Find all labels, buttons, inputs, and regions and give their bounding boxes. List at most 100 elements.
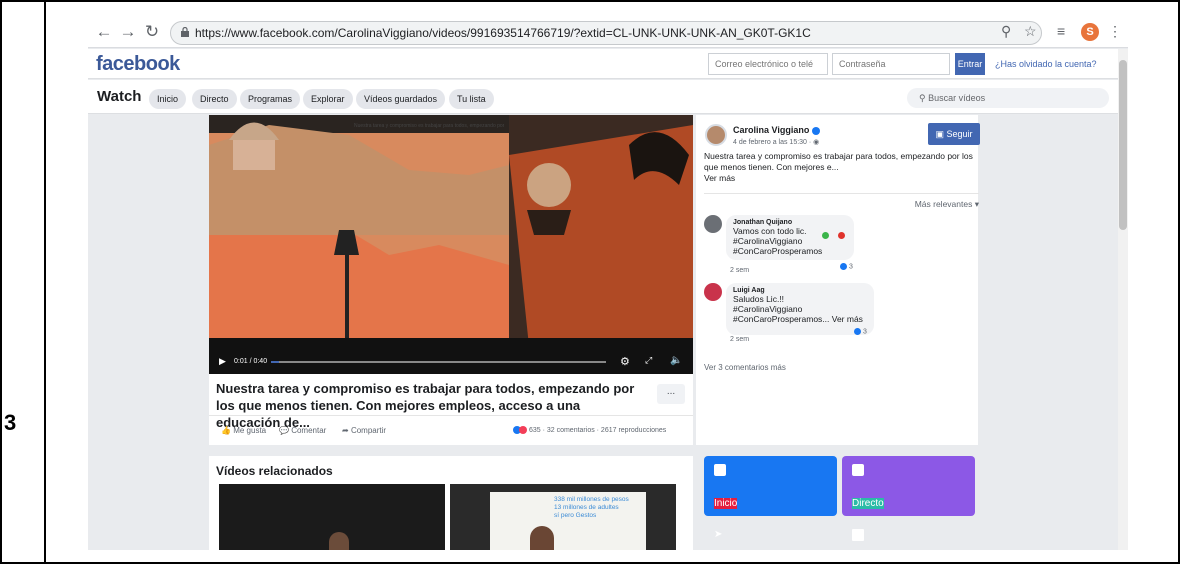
post-time: 4 de febrero a las 15:30 · ◉	[733, 138, 819, 146]
person-silhouette	[530, 526, 554, 550]
follow-button[interactable]: ▣ Seguir	[928, 123, 980, 145]
bookmark-star-icon[interactable]: ☆	[1024, 23, 1037, 40]
related-videos: Vídeos relacionados 338 mil millones de …	[209, 456, 693, 550]
tab-programas[interactable]: Programas	[240, 89, 301, 109]
sort-label: Más relevantes	[914, 199, 973, 209]
url-text: https://www.facebook.com/CarolinaViggian…	[195, 26, 811, 40]
fullscreen-icon[interactable]: ⤢	[645, 355, 652, 366]
comment-bubble: Jonathan Quijano Vamos con todo lic. #Ca…	[726, 215, 854, 260]
commenter-name[interactable]: Luigi Aag	[733, 287, 867, 294]
video-time: 0:01 / 0:40	[234, 358, 268, 365]
follow-label: Seguir	[946, 129, 973, 139]
comment-button[interactable]: 💬 Comentar	[279, 426, 326, 435]
whiteboard: 338 mil millones de pesos 13 millones de…	[490, 492, 646, 550]
watch-nav: Watch Inicio Directo Programas Explorar …	[88, 80, 1128, 114]
video-progress-fill	[271, 361, 280, 363]
like-button[interactable]: 👍 Me gusta	[221, 426, 266, 435]
more-options-button[interactable]: ...	[657, 384, 685, 404]
tile-directo[interactable]: Directo	[842, 456, 975, 516]
page-scrollbar[interactable]	[1118, 49, 1128, 550]
action-bar: 👍 Me gusta 💬 Comentar ➦ Compartir 635 · …	[209, 415, 693, 445]
related-video-thumb[interactable]	[219, 484, 445, 550]
comment-icon: 💬	[279, 426, 289, 435]
video-card: Nuestra tarea y compromiso es trabajar p…	[209, 115, 693, 445]
tile-guardados[interactable]	[842, 521, 975, 550]
settings-gear-icon[interactable]: ⚙	[620, 355, 630, 368]
login-button[interactable]: Entrar	[955, 53, 985, 75]
zoom-icon[interactable]: ⚲	[1001, 23, 1011, 40]
tile-explorar[interactable]: ➤	[704, 521, 837, 550]
comment-sort[interactable]: Más relevantes ▾	[704, 193, 979, 210]
lock-icon	[181, 27, 189, 37]
password-field[interactable]	[832, 53, 950, 75]
author-name-row[interactable]: Carolina Viggiano	[733, 125, 821, 135]
comment-reactions[interactable]: 3	[840, 263, 853, 270]
tile-label: Directo	[852, 498, 884, 509]
commenter-avatar[interactable]	[704, 215, 722, 233]
menu-kebab-icon[interactable]: ⋮	[1108, 23, 1122, 40]
tab-inicio[interactable]: Inicio	[149, 89, 187, 109]
media-controls-icon[interactable]: ≡	[1057, 23, 1065, 39]
play-icon[interactable]: ▶	[219, 356, 226, 367]
view-more-comments-link[interactable]: Ver 3 comentarios más	[704, 363, 786, 372]
search-placeholder: Buscar vídeos	[928, 93, 986, 103]
volume-icon[interactable]: 🔈	[670, 355, 682, 366]
step-column: 3	[0, 0, 46, 564]
tab-explorar[interactable]: Explorar	[303, 89, 353, 109]
forgot-account-link[interactable]: ¿Has olvidado la cuenta?	[995, 59, 1097, 69]
video-stats[interactable]: 635 · 32 comentarios · 2617 reproduccion…	[513, 426, 666, 434]
forward-icon[interactable]: →	[118, 22, 138, 42]
email-field[interactable]	[708, 53, 828, 75]
video-progress-track[interactable]	[271, 361, 606, 363]
video-icon	[714, 464, 726, 476]
share-button[interactable]: ➦ Compartir	[342, 426, 386, 435]
comment-item: Luigi Aag Saludos Lic.!! #CarolinaViggia…	[704, 283, 884, 345]
comment-text: Saludos Lic.!! #CarolinaViggiano #ConCar…	[733, 294, 863, 324]
follow-icon: ▣	[935, 129, 944, 139]
tab-tu-lista[interactable]: Tu lista	[449, 89, 494, 109]
share-icon: ➦	[342, 426, 349, 435]
post-time-text: 4 de febrero a las 15:30 ·	[733, 139, 814, 146]
see-more-link[interactable]: Ver más	[704, 173, 980, 184]
comment-time[interactable]: 2 sem	[730, 336, 749, 343]
green-circle-emoji	[822, 232, 829, 239]
comment-time[interactable]: 2 sem	[730, 267, 749, 274]
verified-badge-icon	[812, 126, 821, 135]
author-avatar[interactable]	[705, 124, 727, 146]
red-circle-emoji	[838, 232, 845, 239]
commenter-name[interactable]: Jonathan Quijano	[733, 219, 847, 226]
bookmark-icon	[852, 529, 864, 541]
stats-text: 635 · 32 comentarios · 2617 reproduccion…	[528, 426, 667, 434]
comment-reactions[interactable]: 3	[854, 328, 867, 335]
video-player[interactable]: Nuestra tarea y compromiso es trabajar p…	[209, 115, 693, 374]
tab-directo[interactable]: Directo	[192, 89, 237, 109]
like-reaction-icon	[840, 263, 847, 270]
related-video-thumb[interactable]: 338 mil millones de pesos 13 millones de…	[450, 484, 676, 550]
tab-videos-guardados[interactable]: Vídeos guardados	[356, 89, 446, 109]
facebook-header: facebook Entrar ¿Has olvidado la cuenta?	[88, 49, 1128, 79]
browser-window: ← → ↻ https://www.facebook.com/CarolinaV…	[88, 16, 1128, 550]
post-text: Nuestra tarea y compromiso es trabajar p…	[704, 151, 973, 172]
address-bar[interactable]: https://www.facebook.com/CarolinaViggian…	[170, 21, 1042, 45]
author-name: Carolina Viggiano	[733, 125, 810, 135]
like-reaction-icon	[854, 328, 861, 335]
scrollbar-thumb[interactable]	[1119, 60, 1127, 230]
watch-title: Watch	[97, 88, 142, 105]
facebook-logo[interactable]: facebook	[96, 53, 180, 76]
commenter-avatar[interactable]	[704, 283, 722, 301]
reaction-count: 3	[862, 328, 867, 336]
caret-down-icon: ▾	[974, 199, 979, 209]
comment-text: Vamos con todo lic. #CarolinaViggiano #C…	[733, 226, 823, 256]
step-number: 3	[4, 410, 17, 435]
reaction-count: 3	[848, 263, 853, 271]
comment-item: Jonathan Quijano Vamos con todo lic. #Ca…	[704, 215, 864, 275]
live-camera-icon	[852, 464, 864, 476]
share-label: Compartir	[350, 426, 387, 435]
post-details-panel: Carolina Viggiano 4 de febrero a las 15:…	[696, 115, 980, 445]
tile-inicio[interactable]: Inicio	[704, 456, 837, 516]
thumbs-up-icon: 👍	[221, 426, 231, 435]
back-icon[interactable]: ←	[94, 22, 114, 42]
search-input[interactable]: ⚲ Buscar vídeos	[907, 88, 1109, 108]
reload-icon[interactable]: ↻	[142, 22, 162, 42]
profile-avatar[interactable]: S	[1081, 23, 1099, 41]
